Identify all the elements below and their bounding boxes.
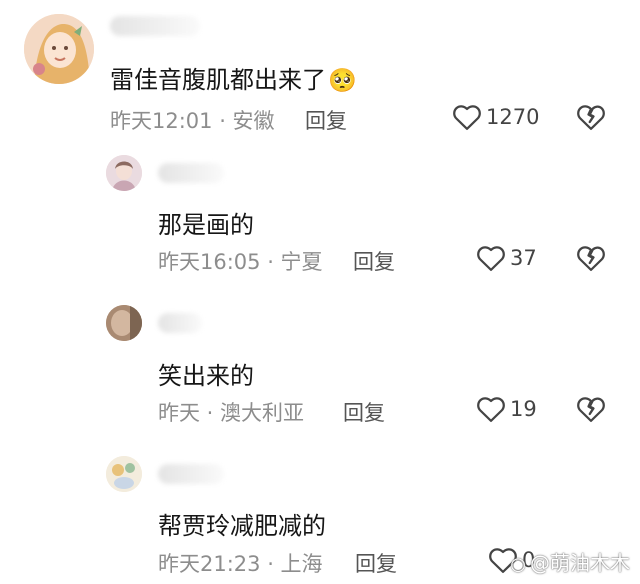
- username-blurred[interactable]: [110, 16, 200, 36]
- heart-icon[interactable]: [452, 103, 482, 131]
- reply-button[interactable]: 回复: [343, 397, 385, 427]
- comment-meta: 昨天 · 澳大利亚: [158, 401, 305, 425]
- avatar[interactable]: [106, 155, 142, 191]
- avatar-illustration: [106, 456, 142, 492]
- username-blurred[interactable]: [158, 163, 224, 183]
- watermark: ◉ @萌油木木: [510, 547, 630, 576]
- avatar[interactable]: [24, 14, 94, 84]
- like-count: 19: [510, 397, 537, 421]
- comment-text: 笑出来的: [158, 362, 254, 390]
- avatar-illustration: [24, 14, 94, 84]
- broken-heart-icon[interactable]: [576, 103, 606, 131]
- comment-text: 那是画的: [158, 211, 254, 239]
- avatar-photo: [106, 155, 142, 191]
- comment-meta: 昨天21:23 · 上海: [158, 552, 323, 576]
- pleading-face-emoji: 🥺: [328, 68, 357, 94]
- comment-text: 雷佳音腹肌都出来了🥺: [110, 66, 357, 94]
- broken-heart-icon[interactable]: [576, 395, 606, 423]
- avatar-photo: [106, 305, 142, 341]
- like-count: 37: [510, 246, 537, 270]
- weibo-icon: ◉: [510, 554, 526, 575]
- watermark-text: @萌油木木: [530, 551, 630, 575]
- avatar[interactable]: [106, 305, 142, 341]
- heart-icon[interactable]: [476, 395, 506, 423]
- avatar[interactable]: [106, 456, 142, 492]
- like-count: 1270: [486, 105, 540, 129]
- heart-icon[interactable]: [476, 244, 506, 272]
- comment-meta: 昨天16:05 · 宁夏: [158, 250, 323, 274]
- reply-button[interactable]: 回复: [305, 105, 347, 135]
- reply-button[interactable]: 回复: [353, 246, 395, 276]
- username-blurred[interactable]: [158, 313, 202, 333]
- broken-heart-icon[interactable]: [576, 244, 606, 272]
- comment-text: 帮贾玲减肥减的: [158, 512, 326, 540]
- username-blurred[interactable]: [158, 464, 224, 484]
- reply-button[interactable]: 回复: [355, 548, 397, 578]
- comment-meta: 昨天12:01 · 安徽: [110, 109, 275, 133]
